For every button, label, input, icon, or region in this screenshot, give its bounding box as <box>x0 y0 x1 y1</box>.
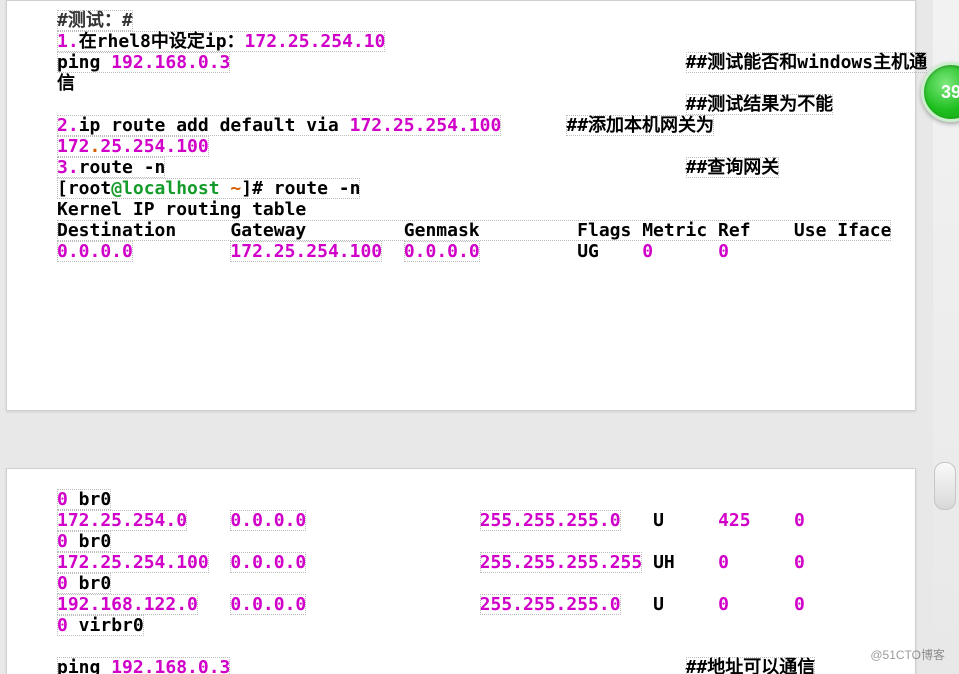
tail1-zero: 0 <box>57 489 68 510</box>
tail4-zero: 0 <box>57 615 68 636</box>
row3-flags: U <box>653 594 664 615</box>
row1-ref: 0 <box>794 510 805 531</box>
prompt-line: [root@localhost ~]# route -n <box>57 178 360 199</box>
row2-ref: 0 <box>794 552 805 573</box>
step3-cmd: route -n <box>79 157 166 178</box>
row3-ref: 0 <box>794 594 805 615</box>
pd: . <box>90 136 101 157</box>
code-block-1: #测试：# 1.在rhel8中设定ip：172.25.254.10 ping 1… <box>7 10 915 262</box>
row2-gw: 0.0.0.0 <box>230 552 306 573</box>
kernel-line: Kernel IP routing table <box>57 199 306 220</box>
scrollbar-thumb[interactable] <box>934 462 956 510</box>
document-page-1: #测试：# 1.在rhel8中设定ip：172.25.254.10 ping 1… <box>6 0 916 411</box>
ping1-box: ping 192.168.0.3 <box>57 52 230 73</box>
step3-box: 3.route -n <box>57 157 165 178</box>
ping1-ip: 192.168.0.3 <box>111 52 230 73</box>
prompt-cmd: route -n <box>274 178 361 199</box>
row1-metric: 425 <box>718 510 751 531</box>
code-block-2: 0 br0 172.25.254.0 0.0.0.0 255.255.255.0… <box>7 489 915 674</box>
step2-comment: ##添加本机网关为 <box>566 115 714 136</box>
row1-mask: 255.255.255.0 <box>480 510 621 531</box>
document-page-2: 0 br0 172.25.254.0 0.0.0.0 255.255.255.0… <box>6 468 916 674</box>
watermark-text: @51CTO博客 <box>870 645 945 666</box>
tail1: 0 br0 <box>57 489 111 510</box>
tail2-zero: 0 <box>57 531 68 552</box>
step2-ip: 172.25.254.100 <box>350 115 502 136</box>
row2-metric: 0 <box>718 552 729 573</box>
step3-num: 3. <box>57 157 79 178</box>
row2-mask: 255.255.255.255 <box>480 552 643 573</box>
ping1-comment-b: 信 <box>57 73 75 94</box>
n172: 172 <box>57 136 90 157</box>
row2-flags: UH <box>653 552 675 573</box>
row1-dest: 172.25.254.0 <box>57 510 187 531</box>
row3-mask: 255.255.255.0 <box>480 594 621 615</box>
step2-num: 2. <box>57 115 79 136</box>
ping2-cmd: ping <box>57 657 111 674</box>
comment-header: #测试：# <box>57 10 133 31</box>
prompt-close: ]# <box>241 178 274 199</box>
step-1-num: 1. <box>57 31 79 52</box>
ping2-box: ping 192.168.0.3 <box>57 657 230 674</box>
step2-echo-box: 172.25.254.100 <box>57 136 209 157</box>
row1-flags: U <box>653 510 664 531</box>
tail4: 0 virbr0 <box>57 615 144 636</box>
row0-gw: 172.25.254.100 <box>230 241 382 262</box>
step-1-ip: 172.25.254.10 <box>245 31 386 52</box>
step2-box: 2.ip route add default via 172.25.254.10… <box>57 115 501 136</box>
row0-dest: 0.0.0.0 <box>57 241 133 262</box>
result-comment: ##测试结果为不能 <box>686 94 834 115</box>
prompt-open: [root <box>57 178 111 199</box>
row0-mask: 0.0.0.0 <box>404 241 480 262</box>
row0-flags: UG <box>577 241 599 262</box>
n25: 25.254.100 <box>100 136 208 157</box>
step-1-text: 在rhel8中设定ip： <box>79 31 245 52</box>
tail3-zero: 0 <box>57 573 68 594</box>
ping1-comment: ##测试能否和windows主机通 <box>686 52 928 73</box>
ping2-comment: ##地址可以通信 <box>686 657 816 674</box>
prompt-at: @localhost <box>111 178 230 199</box>
row3-metric: 0 <box>718 594 729 615</box>
tail3: 0 br0 <box>57 573 111 594</box>
row3-gw: 0.0.0.0 <box>230 594 306 615</box>
step2-cmd: ip route add default via <box>79 115 350 136</box>
step-1: 1.在rhel8中设定ip：172.25.254.10 <box>57 31 385 52</box>
step3-comment: ##查询网关 <box>686 157 780 178</box>
row1-gw: 0.0.0.0 <box>230 510 306 531</box>
table-header-row: Destination Gateway Genmask Flags Metric… <box>57 220 891 241</box>
tail2: 0 br0 <box>57 531 111 552</box>
row3-dest: 192.168.122.0 <box>57 594 198 615</box>
prompt-tilde: ~ <box>230 178 241 199</box>
row2-dest: 172.25.254.100 <box>57 552 209 573</box>
row0-metric: 0 <box>642 241 653 262</box>
row0-ref: 0 <box>718 241 729 262</box>
ping2-ip: 192.168.0.3 <box>111 657 230 674</box>
ping1-cmd: ping <box>57 52 111 73</box>
